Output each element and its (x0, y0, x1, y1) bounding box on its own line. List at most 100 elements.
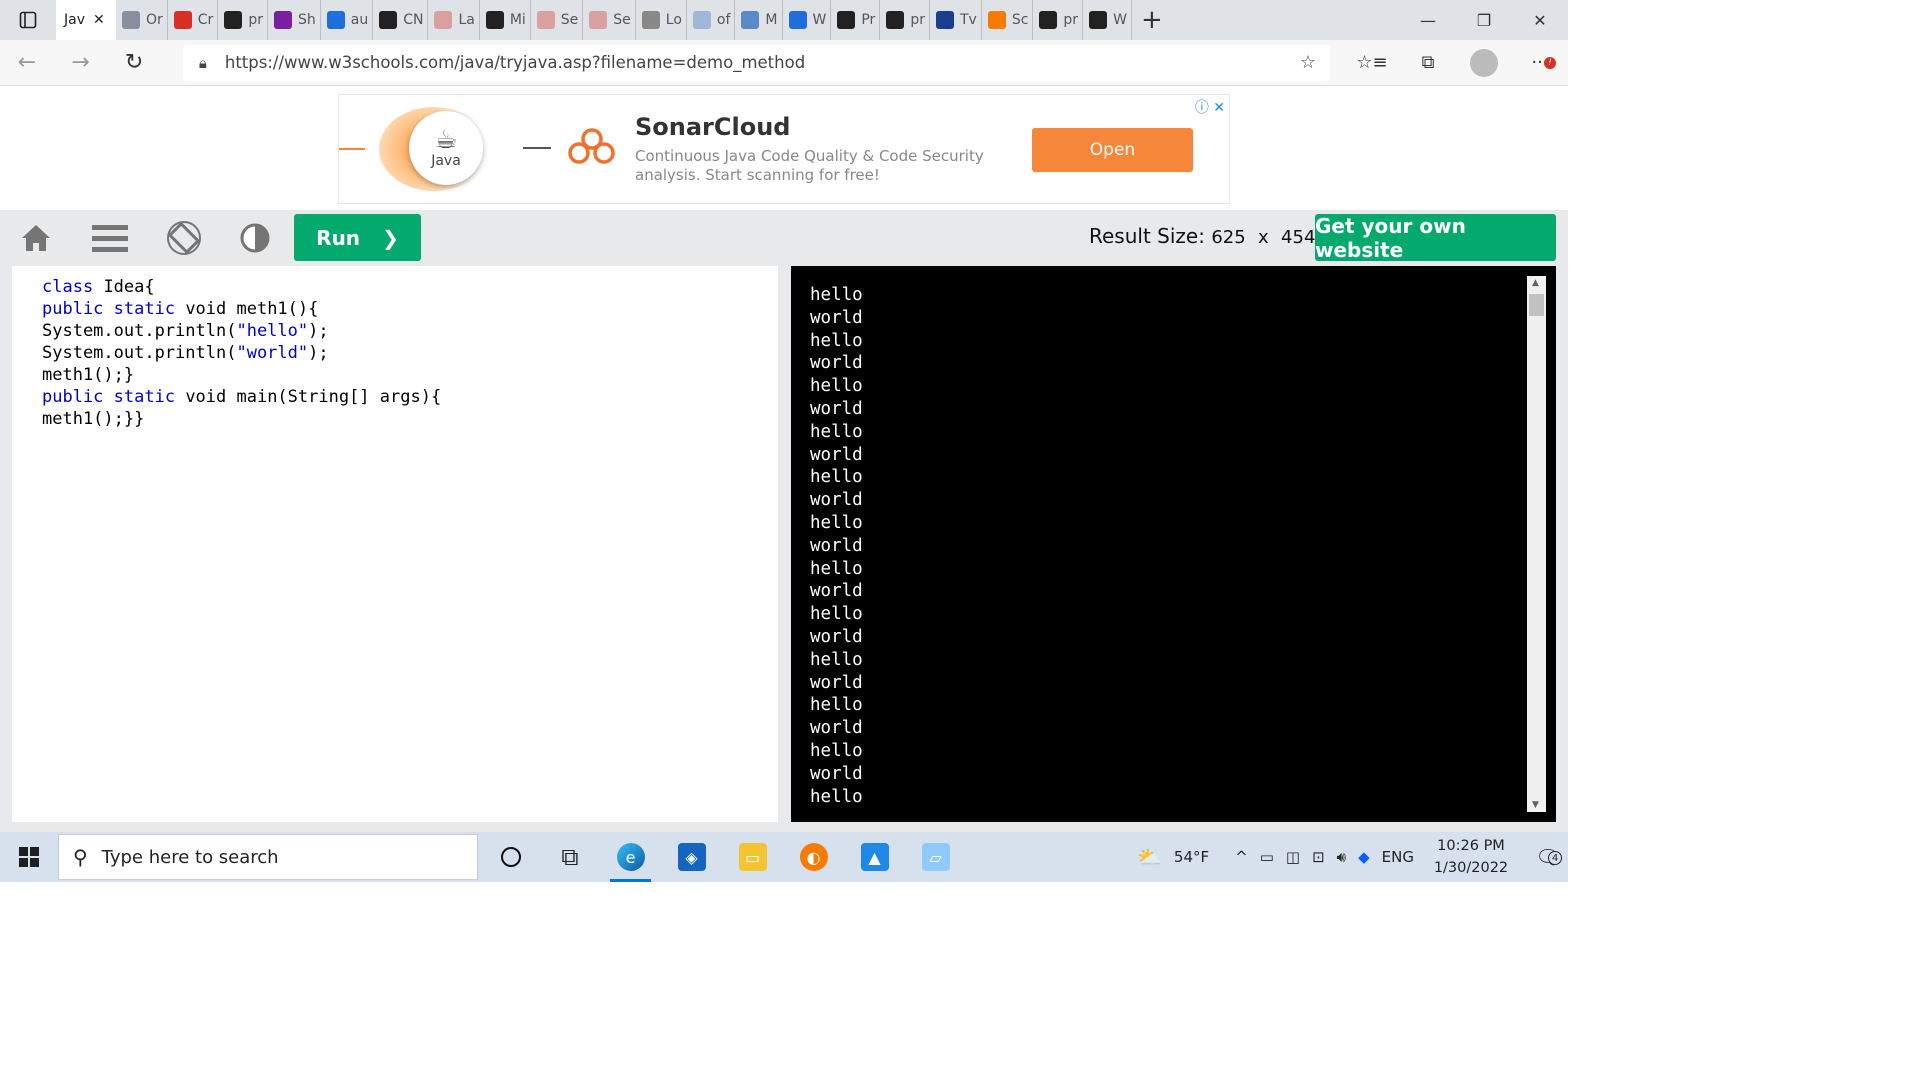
ad-banner[interactable]: ☕︎ Java SonarCloud Continuous Java Code … (338, 94, 1230, 204)
browser-tab[interactable]: Cr (168, 0, 219, 40)
rotate-layout-icon[interactable] (164, 220, 204, 256)
image-icon (741, 11, 760, 29)
browser-tab[interactable]: Pr (831, 0, 881, 40)
browser-tab-label: pr (1063, 12, 1079, 28)
tab-actions-button[interactable] (0, 0, 56, 40)
code-line: public static void meth1(){ (42, 298, 778, 320)
run-button[interactable]: Run ❯ (294, 214, 421, 261)
browser-tab[interactable]: pr (1033, 0, 1084, 40)
character-icon (273, 11, 292, 29)
scroll-down-icon[interactable]: ▼ (1532, 800, 1539, 810)
browser-tab-label: M (765, 12, 778, 28)
home-icon[interactable] (16, 220, 56, 256)
app-circle-icon: ◐ (799, 843, 828, 871)
weather-icon[interactable]: ⛅ (1137, 845, 1162, 869)
meet-now-icon[interactable]: ◫ (1286, 848, 1300, 866)
browser-tab[interactable]: Sc (982, 0, 1034, 40)
browser-tab[interactable]: Mi (480, 0, 531, 40)
browser-tab[interactable]: W (783, 0, 832, 40)
taskbar-app[interactable]: ◈ (661, 832, 722, 882)
profile-button[interactable] (1456, 48, 1512, 77)
taskbar-search[interactable]: ⚲ Type here to search (58, 834, 478, 880)
close-tab-icon[interactable]: ✕ (93, 12, 105, 28)
output-line: world (810, 718, 863, 739)
browser-tab[interactable]: Sh (268, 0, 321, 40)
clock[interactable]: 10:26 PM 1/30/2022 (1426, 835, 1516, 879)
get-website-button[interactable]: Get your own website (1315, 214, 1556, 262)
browser-tab[interactable]: au (321, 0, 374, 40)
chevron-right-icon: ❯ (382, 225, 399, 250)
output-line: world (810, 444, 863, 465)
browser-tab[interactable]: La (428, 0, 480, 40)
add-favorite-icon[interactable]: ☆ (1300, 52, 1316, 73)
ad-info-close-icon[interactable]: ⓘ ✕ (1195, 97, 1225, 117)
search-placeholder: Type here to search (101, 846, 279, 868)
back-button[interactable]: ← (0, 40, 54, 86)
restore-button[interactable]: ❐ (1456, 0, 1512, 40)
menu-icon[interactable] (90, 220, 130, 256)
output-line: hello (810, 512, 863, 533)
browser-tab[interactable]: Se (583, 0, 636, 40)
language-indicator[interactable]: ENG (1382, 848, 1414, 866)
browser-tab[interactable]: Tv (930, 0, 982, 40)
taskbar-photos[interactable]: ▲ (844, 832, 905, 882)
task-view-button[interactable]: ⧉ (540, 832, 600, 882)
output-line: world (810, 581, 863, 602)
browser-tab[interactable]: pr (880, 0, 930, 40)
notifications-button[interactable]: 🗨︎ 4 (1528, 845, 1568, 869)
weather-temp[interactable]: 54°F (1174, 848, 1209, 866)
tab-active[interactable]: Jav ✕ (56, 0, 116, 40)
contrast-icon[interactable] (235, 220, 275, 256)
ad-open-button[interactable]: Open (1032, 128, 1193, 172)
ad-description: Continuous Java Code Quality & Code Secu… (635, 147, 984, 184)
refresh-button[interactable]: ↻ (107, 40, 161, 86)
taskbar-edge[interactable]: e (600, 832, 661, 882)
start-button[interactable] (0, 832, 58, 882)
browser-tab[interactable]: M (735, 0, 783, 40)
pdf-icon (434, 11, 453, 29)
show-hidden-icons-icon[interactable]: ^ (1235, 848, 1248, 866)
scroll-up-icon[interactable]: ▲ (1532, 278, 1539, 288)
minimize-button[interactable]: — (1400, 0, 1456, 40)
volume-icon[interactable]: 🔊︎ (1337, 848, 1346, 866)
url-field[interactable]: 🔒︎ https://www.w3schools.com/java/tryjav… (182, 44, 1330, 81)
forward-button[interactable]: → (54, 40, 108, 86)
browser-tab[interactable]: CN (373, 0, 429, 40)
favorites-icon[interactable]: ☆≡ (1344, 49, 1400, 77)
github-icon (837, 11, 856, 29)
result-scrollbar[interactable]: ▲ ▼ (1527, 276, 1546, 812)
close-window-button[interactable]: ✕ (1512, 0, 1568, 40)
browser-tab[interactable]: of (687, 0, 736, 40)
battery-icon[interactable]: ▭ (1260, 848, 1274, 866)
code-line: class Idea{ (42, 276, 778, 298)
taskbar-app[interactable]: ▱ (905, 832, 966, 882)
dropbox-icon[interactable]: ◆ (1358, 848, 1370, 866)
lock-icon[interactable]: 🔒︎ (199, 54, 207, 72)
code-line: meth1();}} (42, 408, 778, 430)
browser-tab[interactable]: Or (116, 0, 168, 40)
bing-icon (692, 11, 711, 29)
java-logo-label: Java (431, 153, 461, 169)
new-tab-button[interactable]: + (1132, 5, 1172, 35)
browser-tab[interactable]: Se (531, 0, 584, 40)
avatar (1470, 48, 1498, 77)
taskbar-app[interactable]: ◐ (783, 832, 844, 882)
output-line: hello (810, 786, 863, 807)
browser-tab-label: Tv (959, 12, 977, 28)
browser-tab[interactable]: W (1083, 0, 1132, 40)
settings-more-button[interactable]: ···! (1512, 49, 1568, 77)
code-string: "hello" (236, 321, 309, 341)
code-editor[interactable]: class Idea{ public static void meth1(){ … (12, 266, 778, 822)
browser-tab-label: Pr (861, 12, 876, 28)
taskbar-file-explorer[interactable]: ▭ (722, 832, 783, 882)
browser-tab[interactable]: pr (218, 0, 268, 40)
github-icon (1089, 11, 1108, 29)
cortana-button[interactable] (482, 832, 540, 882)
browser-tab[interactable]: Lo (636, 0, 687, 40)
code-text: void meth1(){ (185, 299, 319, 319)
scroll-thumb[interactable] (1529, 294, 1544, 316)
c-icon (987, 11, 1006, 29)
output-line: hello (810, 695, 863, 716)
network-icon[interactable]: ⊡ (1312, 848, 1325, 866)
collections-icon[interactable]: ⧉ (1400, 49, 1456, 77)
